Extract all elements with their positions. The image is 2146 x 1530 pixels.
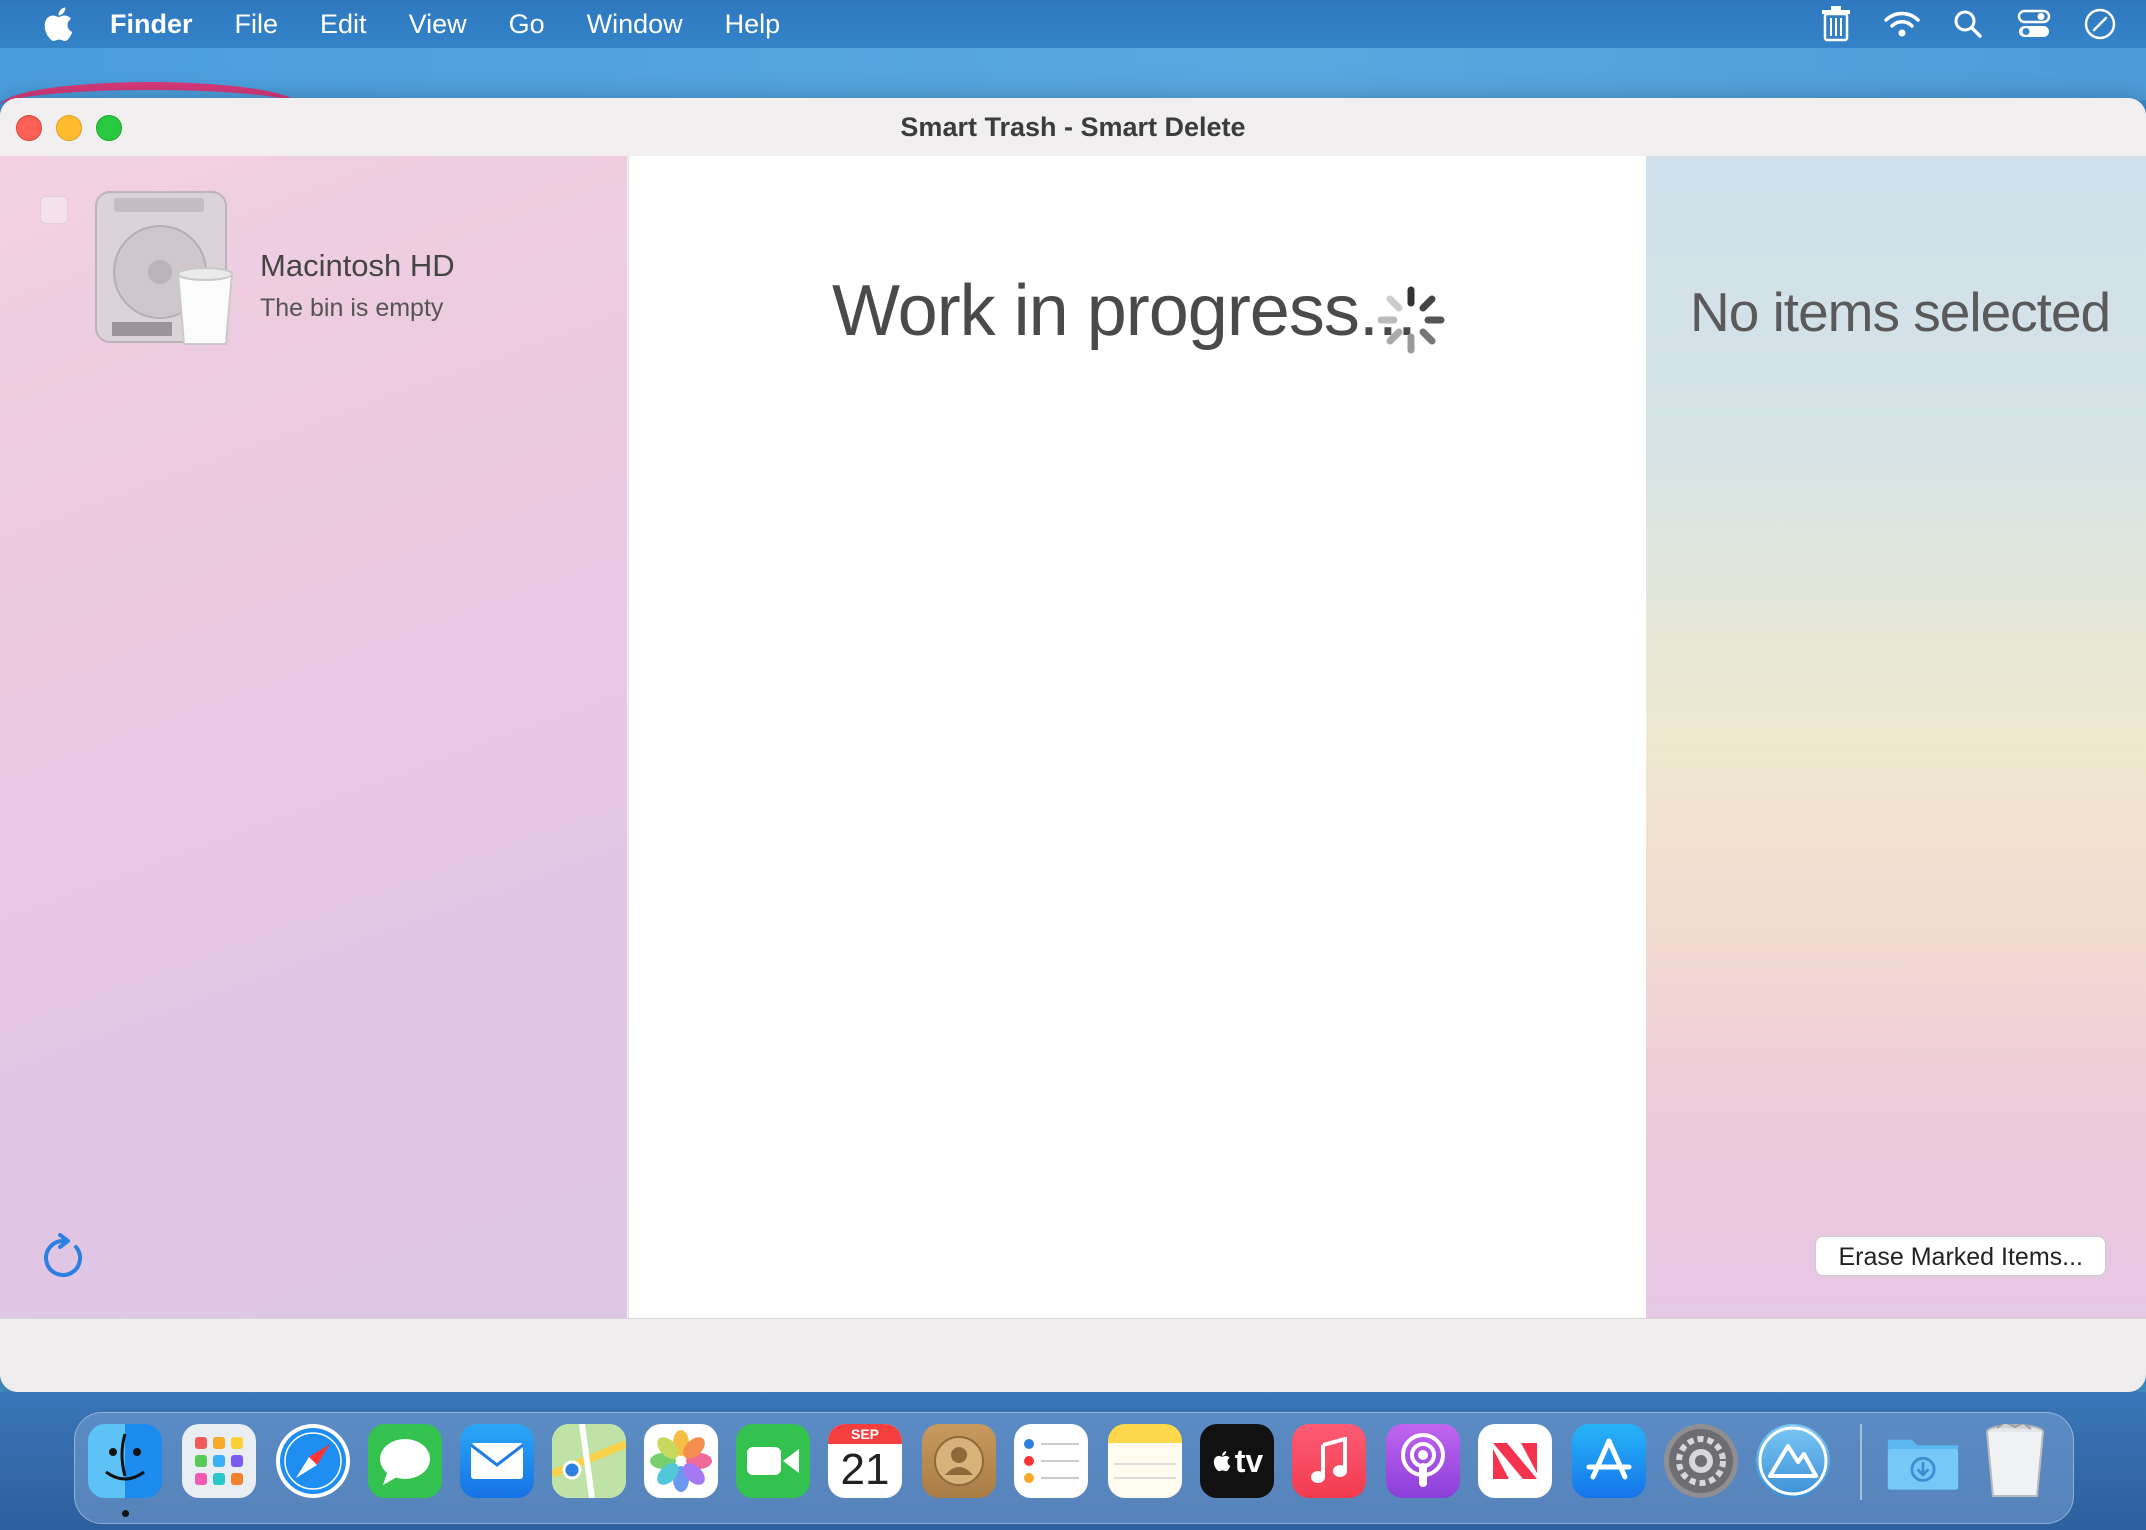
finder-icon[interactable] xyxy=(88,1424,162,1498)
menu-edit[interactable]: Edit xyxy=(320,9,367,40)
progress-text: Work in progress... xyxy=(832,271,1417,351)
menu-bar: Finder File Edit View Go Window Help xyxy=(0,0,2146,48)
refresh-icon[interactable] xyxy=(38,1233,88,1283)
title-bar[interactable]: Smart Trash - Smart Delete xyxy=(0,98,2146,157)
menu-file[interactable]: File xyxy=(235,9,279,40)
finder-running-indicator xyxy=(122,1510,129,1517)
music-icon[interactable] xyxy=(1292,1424,1366,1498)
menu-go[interactable]: Go xyxy=(509,9,545,40)
volume-name[interactable]: Macintosh HD xyxy=(260,248,455,284)
desktop-wallpaper xyxy=(0,48,2146,100)
spinner-icon xyxy=(1377,286,1445,354)
apple-logo-icon xyxy=(1213,1451,1231,1472)
menu-app-name[interactable]: Finder xyxy=(110,9,193,40)
safari-icon[interactable] xyxy=(276,1424,350,1498)
contacts-icon[interactable] xyxy=(922,1424,996,1498)
reminders-icon[interactable] xyxy=(1014,1424,1088,1498)
erase-marked-items-button[interactable]: Erase Marked Items... xyxy=(1815,1236,2106,1276)
menu-help[interactable]: Help xyxy=(725,9,781,40)
volume-checkbox[interactable] xyxy=(40,196,68,224)
downloads-folder-icon[interactable] xyxy=(1886,1424,1960,1498)
notes-icon[interactable] xyxy=(1108,1424,1182,1498)
app-store-icon[interactable] xyxy=(1572,1424,1646,1498)
control-center-icon[interactable] xyxy=(2014,4,2054,44)
calendar-month: SEP xyxy=(828,1424,902,1444)
menu-window[interactable]: Window xyxy=(587,9,683,40)
messages-icon[interactable] xyxy=(368,1424,442,1498)
status-menus xyxy=(1816,0,2146,48)
search-icon[interactable] xyxy=(1948,4,1988,44)
system-preferences-icon[interactable] xyxy=(1664,1424,1738,1498)
volume-status: The bin is empty xyxy=(260,294,444,322)
wifi-icon[interactable] xyxy=(1882,4,1922,44)
no-selection-text: No items selected xyxy=(1690,281,2111,343)
cleanmymac-icon[interactable] xyxy=(1756,1424,1830,1498)
trash-icon[interactable] xyxy=(1816,4,1856,44)
hard-drive-icon xyxy=(95,191,234,345)
tv-icon[interactable]: tv xyxy=(1200,1424,1274,1498)
launchpad-icon[interactable] xyxy=(182,1424,256,1498)
podcasts-icon[interactable] xyxy=(1386,1424,1460,1498)
clock-icon[interactable] xyxy=(2080,4,2120,44)
photos-icon[interactable] xyxy=(644,1424,718,1498)
apple-menu-icon[interactable] xyxy=(40,4,80,44)
facetime-icon[interactable] xyxy=(736,1424,810,1498)
calendar-icon[interactable]: SEP 21 xyxy=(828,1424,902,1498)
news-icon[interactable] xyxy=(1478,1424,1552,1498)
maps-icon[interactable] xyxy=(552,1424,626,1498)
calendar-day: 21 xyxy=(840,1445,890,1494)
trash-bin-icon[interactable] xyxy=(1978,1424,2052,1498)
tv-label: tv xyxy=(1234,1442,1264,1479)
dock-separator xyxy=(1860,1424,1862,1500)
bottom-toolbar xyxy=(0,1318,2146,1392)
mail-icon[interactable] xyxy=(460,1424,534,1498)
menu-view[interactable]: View xyxy=(409,9,467,40)
window-title: Smart Trash - Smart Delete xyxy=(900,112,1246,142)
